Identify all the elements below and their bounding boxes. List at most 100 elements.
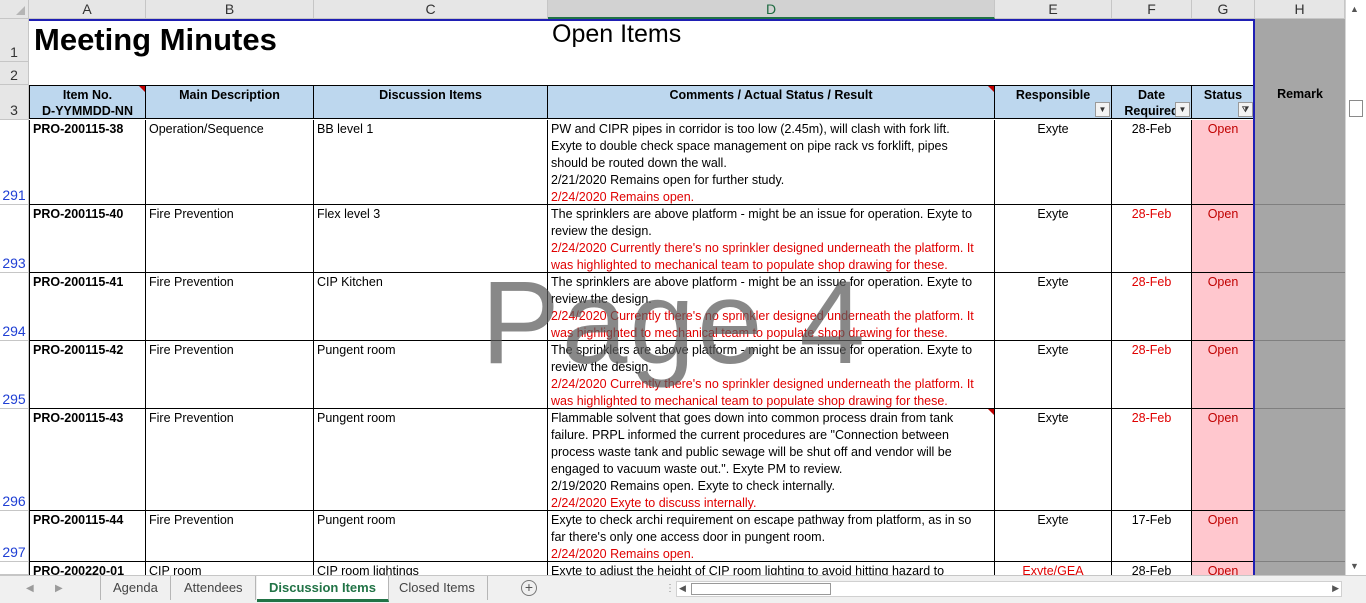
cell-status[interactable]: Open <box>1192 273 1255 341</box>
row-header[interactable]: 1 <box>0 19 29 62</box>
cell-date-required[interactable]: 28-Feb <box>1112 341 1192 409</box>
horizontal-scrollbar[interactable]: ◀ ▶ <box>676 581 1342 597</box>
cell-discussion-item[interactable]: BB level 1 <box>314 120 548 205</box>
scroll-up-icon[interactable]: ▲ <box>1350 4 1359 14</box>
select-all-corner[interactable] <box>0 0 29 19</box>
vertical-scrollbar[interactable]: ▲ ▼ <box>1345 0 1366 575</box>
cell-remark[interactable] <box>1255 205 1345 273</box>
cell-item-no[interactable]: PRO-200220-01 <box>29 562 146 575</box>
cell-date-required[interactable]: 17-Feb <box>1112 511 1192 562</box>
cell-comments[interactable]: Exyte to adjust the height of CIP room l… <box>548 562 995 575</box>
cell-remark[interactable] <box>1255 511 1345 562</box>
tab-split-handle-icon[interactable]: ⋮ <box>665 583 675 594</box>
scroll-left-icon[interactable]: ◀ <box>679 583 686 594</box>
column-header-a[interactable]: A <box>29 0 146 19</box>
row-header[interactable] <box>0 562 29 575</box>
sheet-tab-attendees[interactable]: Attendees <box>172 576 256 600</box>
cell-status[interactable]: Open <box>1192 341 1255 409</box>
cell-status[interactable]: Open <box>1192 562 1255 575</box>
cell-date-required[interactable]: 28-Feb <box>1112 409 1192 511</box>
tab-scroll-left-icon[interactable]: ◀ <box>26 583 34 594</box>
cell-remark[interactable] <box>1255 409 1345 511</box>
cell-discussion-item[interactable]: Flex level 3 <box>314 205 548 273</box>
cell-status[interactable]: Open <box>1192 511 1255 562</box>
cell-remark[interactable] <box>1255 562 1345 575</box>
column-header-f[interactable]: F <box>1112 0 1192 19</box>
vertical-scroll-thumb[interactable] <box>1349 100 1363 117</box>
cell-status[interactable]: Open <box>1192 205 1255 273</box>
cell-item-no[interactable]: PRO-200115-42 <box>29 341 146 409</box>
row-header[interactable]: 291 <box>0 120 29 205</box>
cell-date-required[interactable]: 28-Feb <box>1112 205 1192 273</box>
cell-main-description[interactable]: Fire Prevention <box>146 273 314 341</box>
cell-responsible[interactable]: Exyte <box>995 341 1112 409</box>
scroll-right-icon[interactable]: ▶ <box>1332 583 1339 594</box>
row-header[interactable]: 294 <box>0 273 29 341</box>
cell-remark[interactable] <box>1255 120 1345 205</box>
cell-discussion-item[interactable]: CIP Kitchen <box>314 273 548 341</box>
cell-responsible[interactable]: Exyte/GEA <box>995 562 1112 575</box>
add-sheet-icon[interactable]: + <box>521 580 537 596</box>
cell-date-required[interactable]: 28-Feb <box>1112 273 1192 341</box>
column-header-d[interactable]: D <box>548 0 995 19</box>
header-discussion-items[interactable]: Discussion Items <box>314 85 548 119</box>
cell-remark[interactable] <box>1255 341 1345 409</box>
cell-responsible[interactable]: Exyte <box>995 273 1112 341</box>
cell-remark[interactable] <box>1255 273 1345 341</box>
header-item-no[interactable]: Item No. D-YYMMDD-NN <box>29 85 146 119</box>
cell-responsible[interactable]: Exyte <box>995 205 1112 273</box>
cell-responsible[interactable]: Exyte <box>995 409 1112 511</box>
cell-main-description[interactable]: Fire Prevention <box>146 205 314 273</box>
filter-dropdown-icon[interactable]: ▼ <box>1175 102 1190 117</box>
sheet-tab-agenda[interactable]: Agenda <box>100 576 171 600</box>
sheet-grid[interactable]: Meeting Minutes Open Items Item No. D-YY… <box>29 19 1345 575</box>
row-header[interactable]: 293 <box>0 205 29 273</box>
column-header-e[interactable]: E <box>995 0 1112 19</box>
cell-item-no[interactable]: PRO-200115-40 <box>29 205 146 273</box>
cell-main-description[interactable]: Fire Prevention <box>146 409 314 511</box>
horizontal-scroll-thumb[interactable] <box>691 583 831 595</box>
tab-scroll-right-icon[interactable]: ▶ <box>55 583 63 594</box>
cell-main-description[interactable]: Operation/Sequence <box>146 120 314 205</box>
header-date-required[interactable]: Date Required ▼ <box>1112 85 1192 119</box>
column-header-h[interactable]: H <box>1255 0 1345 19</box>
header-remark[interactable]: Remark <box>1255 85 1345 119</box>
cell-discussion-item[interactable]: Pungent room <box>314 409 548 511</box>
cell-status[interactable]: Open <box>1192 120 1255 205</box>
filter-applied-icon[interactable]: ⧩ <box>1238 102 1253 117</box>
cell-item-no[interactable]: PRO-200115-43 <box>29 409 146 511</box>
header-main-description[interactable]: Main Description <box>146 85 314 119</box>
cell-main-description[interactable]: Fire Prevention <box>146 341 314 409</box>
filter-dropdown-icon[interactable]: ▼ <box>1095 102 1110 117</box>
cell-date-required[interactable]: 28-Feb <box>1112 562 1192 575</box>
cell-main-description[interactable]: CIP room <box>146 562 314 575</box>
cell-responsible[interactable]: Exyte <box>995 120 1112 205</box>
scroll-down-icon[interactable]: ▼ <box>1350 561 1359 571</box>
cell-comments[interactable]: Flammable solvent that goes down into co… <box>548 409 995 511</box>
cell-comments[interactable]: The sprinklers are above platform - migh… <box>548 341 995 409</box>
cell-status[interactable]: Open <box>1192 409 1255 511</box>
sheet-tab-discussion-items[interactable]: Discussion Items <box>257 576 389 602</box>
cell-comments[interactable]: Exyte to check archi requirement on esca… <box>548 511 995 562</box>
cell-responsible[interactable]: Exyte <box>995 511 1112 562</box>
row-header[interactable]: 2 <box>0 62 29 85</box>
cell-discussion-item[interactable]: Pungent room <box>314 341 548 409</box>
cell-discussion-item[interactable]: Pungent room <box>314 511 548 562</box>
cell-date-required[interactable]: 28-Feb <box>1112 120 1192 205</box>
cell-item-no[interactable]: PRO-200115-44 <box>29 511 146 562</box>
header-comments[interactable]: Comments / Actual Status / Result <box>548 85 995 119</box>
cell-item-no[interactable]: PRO-200115-41 <box>29 273 146 341</box>
cell-main-description[interactable]: Fire Prevention <box>146 511 314 562</box>
row-header[interactable]: 296 <box>0 409 29 511</box>
cell-item-no[interactable]: PRO-200115-38 <box>29 120 146 205</box>
cell-comments[interactable]: PW and CIPR pipes in corridor is too low… <box>548 120 995 205</box>
column-header-c[interactable]: C <box>314 0 548 19</box>
cell-comments[interactable]: The sprinklers are above platform - migh… <box>548 205 995 273</box>
header-responsible[interactable]: Responsible ▼ <box>995 85 1112 119</box>
row-header[interactable]: 295 <box>0 341 29 409</box>
sheet-tab-closed-items[interactable]: Closed Items <box>387 576 488 600</box>
row-header[interactable]: 297 <box>0 511 29 562</box>
header-status[interactable]: Status ⧩ <box>1192 85 1255 119</box>
cell-discussion-item[interactable]: CIP room lightings <box>314 562 548 575</box>
row-header[interactable]: 3 <box>0 85 29 120</box>
